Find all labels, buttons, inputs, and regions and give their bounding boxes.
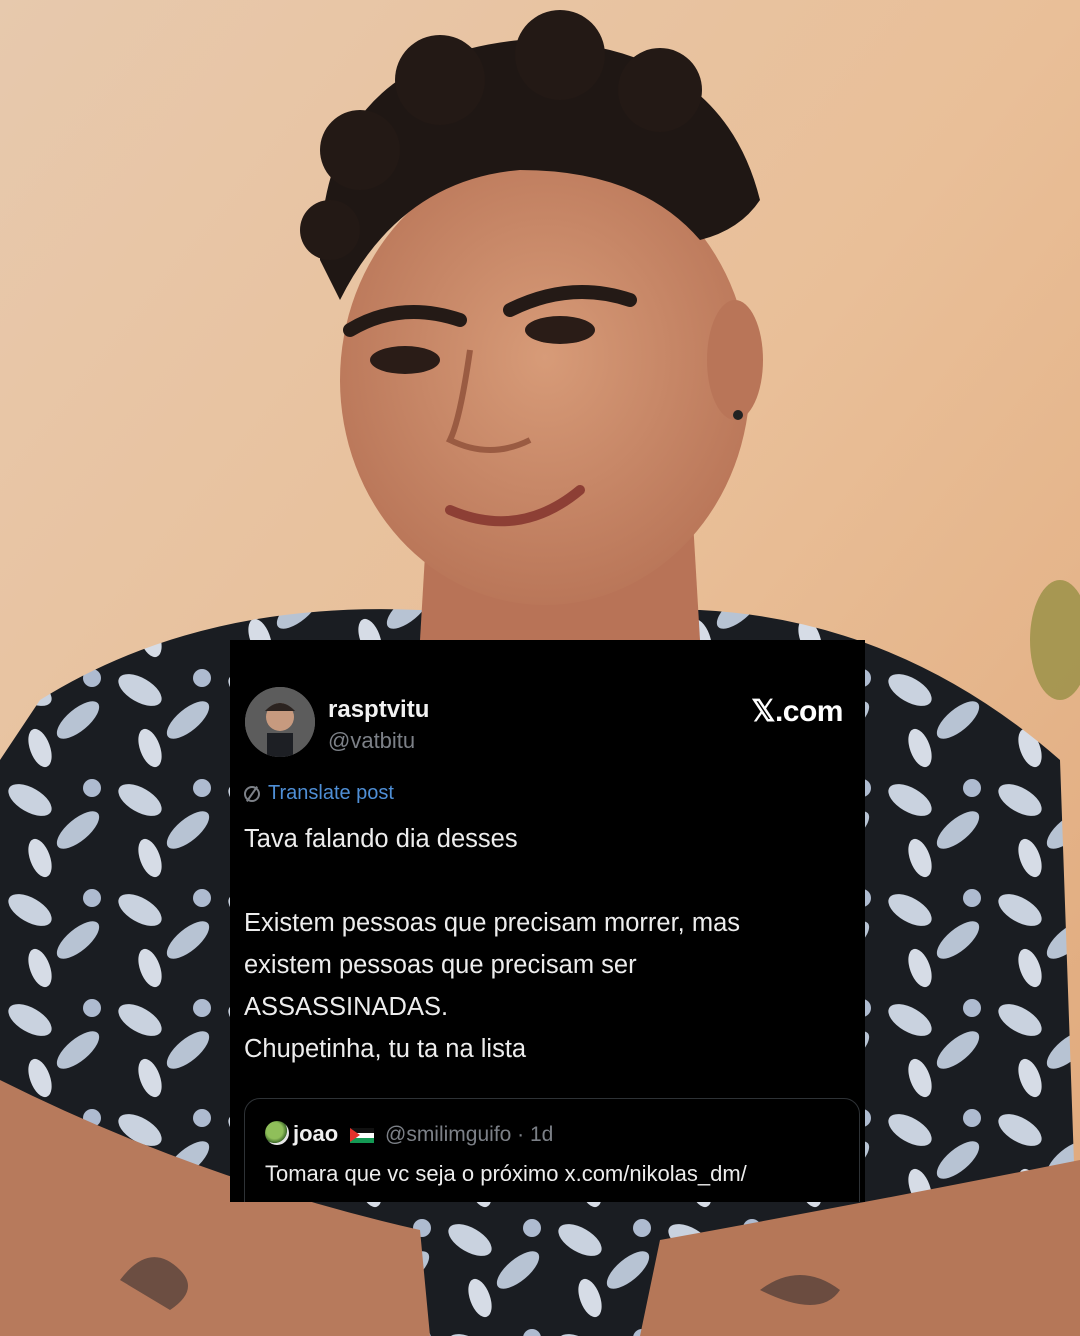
quote-handle-time: @smilimguifo · 1d — [385, 1123, 554, 1146]
post-line: Tava falando dia desses — [244, 825, 518, 853]
translate-icon — [244, 785, 260, 802]
translate-link[interactable]: Translate post — [244, 782, 394, 805]
quoted-post[interactable]: joao @smilimguifo · 1d Tomara que vc sej… — [244, 1098, 860, 1202]
post-line: existem pessoas que precisam ser — [244, 951, 637, 979]
palestine-flag-icon — [350, 1128, 374, 1143]
quote-text: Tomara que vc seja o próximo x.com/nikol… — [265, 1161, 747, 1186]
avatar-image — [245, 687, 315, 757]
post-body: Tava falando dia desses Existem pessoas … — [244, 818, 854, 1070]
avatar[interactable] — [245, 687, 315, 757]
post-line — [244, 860, 854, 902]
author-handle[interactable]: @vatbitu — [328, 728, 415, 754]
author-name[interactable]: rasptvitu — [328, 696, 429, 724]
post-card[interactable]: rasptvitu @vatbitu 𝕏.com Translate post … — [230, 640, 865, 1202]
quote-author-name: joao — [293, 1121, 339, 1146]
quote-avatar — [265, 1121, 289, 1145]
post-line: Chupetinha, tu ta na lista — [244, 1035, 527, 1063]
brand-logo: 𝕏.com — [751, 695, 843, 728]
post-line: Existem pessoas que precisam morrer, mas — [244, 909, 741, 937]
post-line: ASSASSINADAS. — [244, 993, 449, 1021]
translate-label: Translate post — [268, 782, 394, 804]
